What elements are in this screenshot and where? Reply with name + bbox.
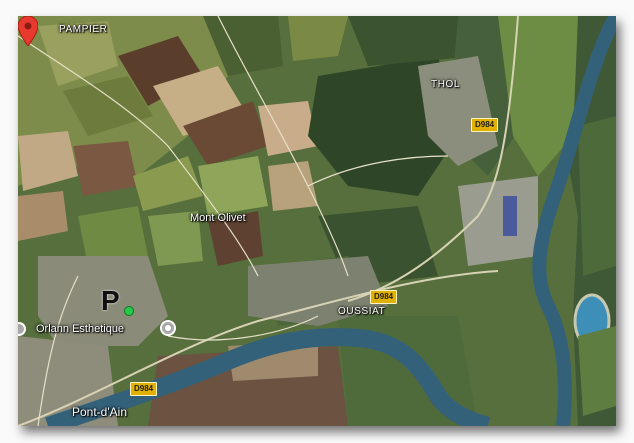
page-frame: PAMPIER THOL OUSSIAT Pont-d'Ain D984 D98… — [0, 0, 634, 443]
road-badge-d984-thol: D984 — [471, 118, 499, 132]
parking-label: P — [101, 285, 120, 316]
road-badge-d984-pont-dain: D984 — [130, 382, 158, 396]
place-label-thol: THOL — [431, 79, 461, 90]
business-poi-icon[interactable] — [160, 320, 176, 336]
parking-dot-icon[interactable] — [124, 306, 134, 316]
map-imagery — [18, 16, 616, 426]
road-badge-d984-oussiat: D984 — [370, 290, 398, 304]
satellite-map[interactable]: PAMPIER THOL OUSSIAT Pont-d'Ain D984 D98… — [18, 16, 616, 426]
map-pin-icon[interactable] — [18, 16, 38, 46]
marker-label-mont-olivet[interactable]: Mont Olivet — [190, 212, 246, 224]
place-label-oussiat: OUSSIAT — [338, 306, 386, 317]
place-label-pampier: PAMPIER — [59, 24, 108, 35]
place-label-pont-dain: Pont-d'Ain — [72, 405, 127, 419]
marker-label-orlann[interactable]: Orlann Esthetique — [36, 323, 124, 335]
